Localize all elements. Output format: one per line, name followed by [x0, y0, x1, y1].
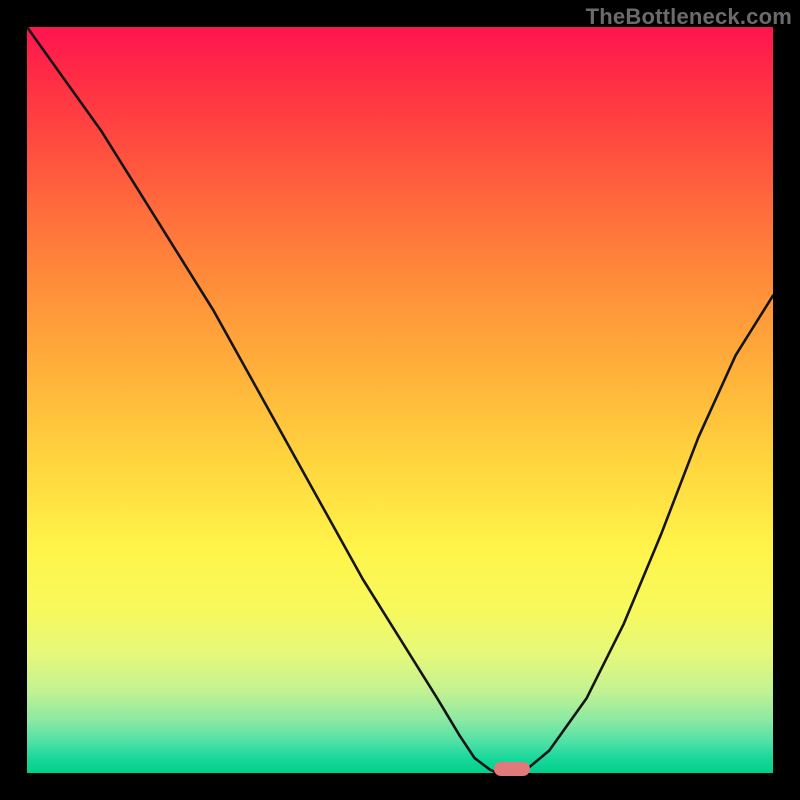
optimal-point-marker [494, 762, 530, 776]
curve-path [27, 27, 773, 773]
chart-frame: TheBottleneck.com [0, 0, 800, 800]
bottleneck-curve [27, 27, 773, 773]
watermark-text: TheBottleneck.com [586, 4, 792, 30]
